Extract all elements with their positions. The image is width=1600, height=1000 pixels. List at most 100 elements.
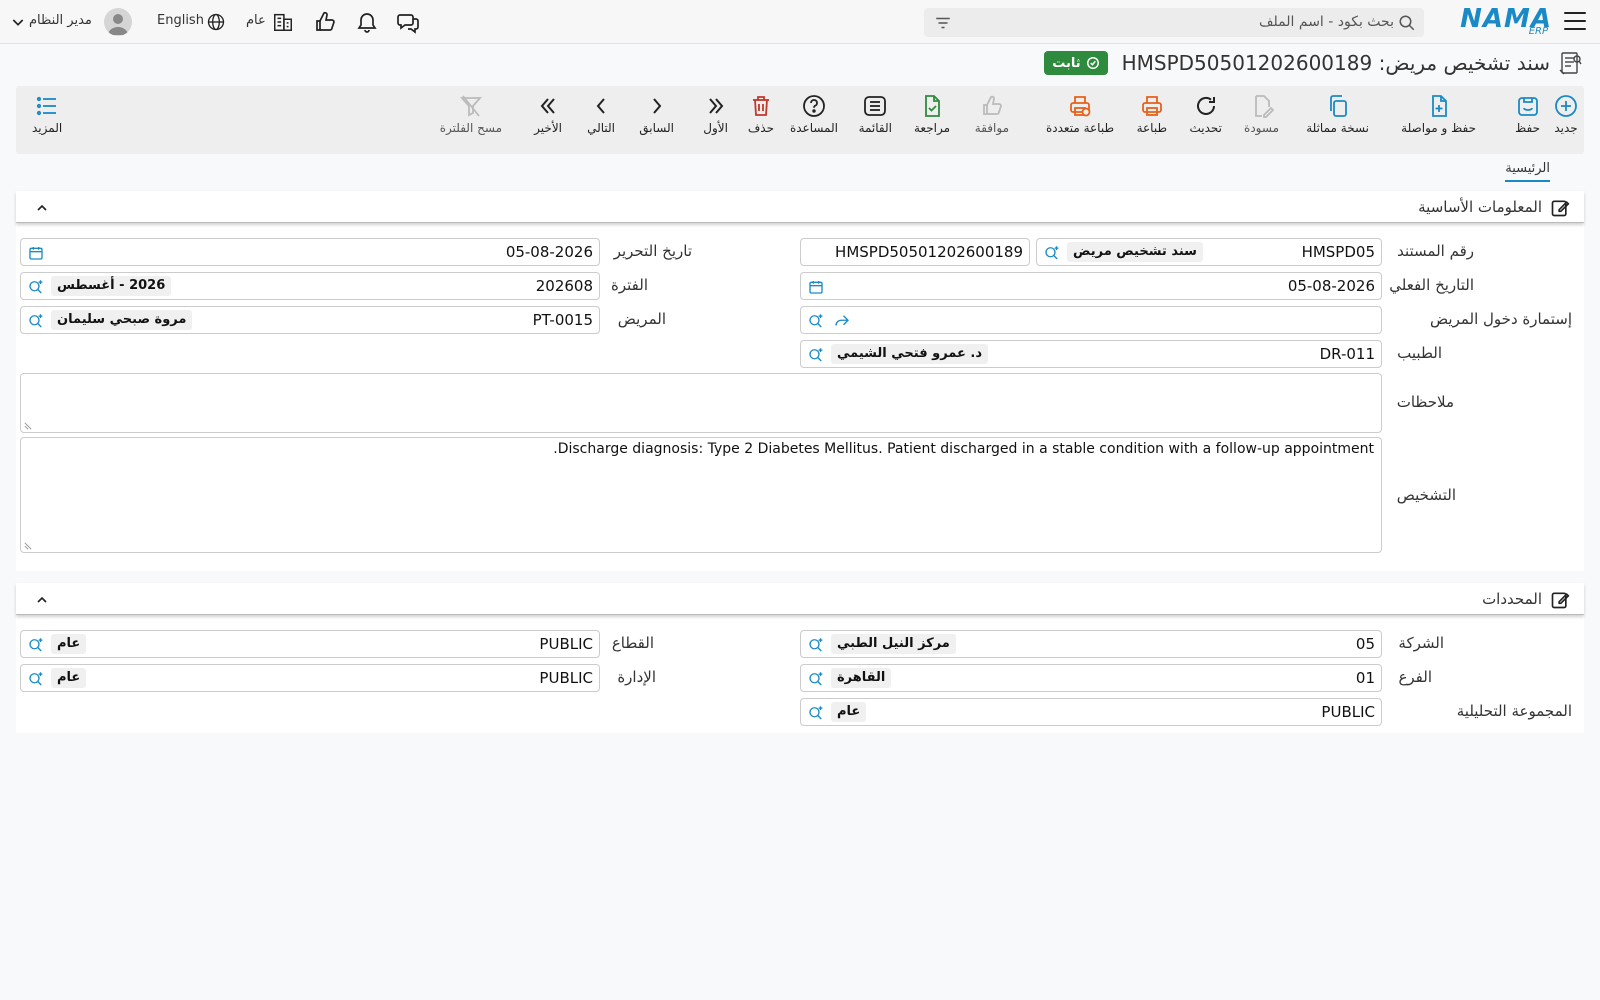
notes-label: ملاحظات — [1396, 393, 1454, 411]
save-continue-button[interactable]: حفظ و مواصلة — [1401, 94, 1476, 150]
chevron-up-icon[interactable] — [34, 200, 50, 216]
sector-field[interactable]: PUBLIC عام — [20, 630, 600, 658]
diagnosis-textarea[interactable]: Discharge diagnosis: Type 2 Diabetes Mel… — [20, 437, 1382, 553]
search-input[interactable] — [974, 11, 1394, 33]
doc-number-full-field[interactable]: HMSPD50501202600189 — [800, 238, 1030, 266]
analytic-group-code: PUBLIC — [1321, 703, 1375, 721]
lookup-icon[interactable] — [807, 346, 825, 364]
more-button[interactable]: المزيد — [32, 94, 62, 150]
multi-print-label: طباعة متعددة — [1045, 121, 1114, 135]
department-field[interactable]: PUBLIC عام — [20, 664, 600, 692]
department-name-chip: عام — [51, 668, 87, 688]
calendar-icon[interactable] — [28, 245, 44, 261]
globe-icon[interactable] — [206, 10, 226, 34]
edit-icon — [1551, 592, 1570, 609]
list-button[interactable]: القائمة — [859, 94, 892, 150]
approve-button[interactable]: موافقة — [975, 94, 1009, 150]
doctor-field[interactable]: DR-011 د. عمرو فتحي الشيمي — [800, 340, 1382, 368]
actual-date-value: 05-08-2026 — [1287, 277, 1375, 295]
resize-handle-icon[interactable] — [24, 422, 32, 430]
lookup-icon[interactable] — [807, 636, 825, 654]
actual-date-field[interactable]: 05-08-2026 — [800, 272, 1382, 300]
file-check-icon — [925, 95, 940, 117]
company-field[interactable]: 05 مركز النيل الطبي — [800, 630, 1382, 658]
company-code: 05 — [1355, 635, 1375, 653]
notes-textarea[interactable] — [20, 373, 1382, 433]
previous-button[interactable]: السابق — [639, 94, 674, 150]
analytic-group-field[interactable]: PUBLIC عام — [800, 698, 1382, 726]
global-search — [924, 8, 1424, 37]
lookup-icon[interactable] — [27, 670, 45, 688]
duplicate-button[interactable]: نسخة مماثلة — [1306, 94, 1369, 150]
first-button[interactable]: الأول — [703, 94, 728, 150]
doc-number-field[interactable]: HMSPD05 سند تشخيص مريض — [1036, 238, 1382, 266]
review-button[interactable]: مراجعة — [914, 94, 950, 150]
doctor-name-chip: د. عمرو فتحي الشيمي — [831, 344, 989, 364]
help-icon — [803, 95, 825, 117]
patient-name-chip: مروة صبحي سليمان — [51, 310, 193, 330]
last-button[interactable]: الأخير — [534, 94, 562, 150]
list-icon — [864, 96, 887, 116]
filter-icon[interactable] — [934, 14, 952, 32]
section-title: المحددات — [1482, 590, 1542, 608]
save-label: حفظ — [1515, 121, 1540, 135]
period-field[interactable]: 202608 2026 - أغسطس — [20, 272, 600, 300]
lookup-icon[interactable] — [27, 312, 45, 330]
tab-main[interactable]: الرئيسية — [1505, 159, 1550, 182]
calendar-icon[interactable] — [808, 279, 824, 295]
draft-button[interactable]: مسودة — [1244, 94, 1279, 150]
next-button[interactable]: التالي — [587, 94, 615, 150]
share-icon[interactable] — [833, 312, 851, 330]
filter-off-icon — [459, 95, 482, 117]
search-icon[interactable] — [1398, 14, 1416, 32]
chevron-down-icon[interactable] — [10, 14, 26, 30]
refresh-button[interactable]: تحديث — [1189, 94, 1222, 150]
branch-field[interactable]: 01 القاهرة — [800, 664, 1382, 692]
list-more-icon — [36, 96, 57, 116]
chat-icon[interactable] — [396, 10, 420, 34]
print-button[interactable]: طباعة — [1137, 94, 1167, 150]
building-icon[interactable] — [272, 10, 294, 34]
save-button[interactable]: حفظ — [1515, 94, 1540, 150]
app-logo[interactable]: NAMA ERP — [1460, 4, 1552, 38]
lookup-icon[interactable] — [807, 670, 825, 688]
doc-type-chip: سند تشخيص مريض — [1067, 242, 1203, 262]
bell-icon[interactable] — [355, 10, 379, 34]
thumbs-up-icon[interactable] — [313, 10, 337, 34]
print-label: طباعة — [1136, 121, 1167, 135]
first-label: الأول — [703, 121, 728, 135]
lookup-icon[interactable] — [807, 704, 825, 722]
chevrons-left-icon — [540, 98, 555, 114]
lookup-icon[interactable] — [1043, 244, 1061, 262]
edit-date-field[interactable]: 05-08-2026 — [20, 238, 600, 266]
multi-printer-icon — [1070, 96, 1091, 117]
page-header: سند تشخيص مريض: HMSPD50501202600189 ثابت — [1044, 48, 1584, 78]
new-label: جديد — [1554, 121, 1578, 135]
page-title: سند تشخيص مريض: HMSPD50501202600189 — [1121, 51, 1550, 75]
company-label[interactable]: عام — [246, 13, 266, 28]
lookup-icon[interactable] — [27, 278, 45, 296]
chevron-up-icon[interactable] — [34, 592, 50, 608]
admission-form-field[interactable] — [800, 306, 1382, 334]
analytic-group-label: المجموعة التحليلية — [1456, 702, 1572, 720]
company-name-chip: مركز النيل الطبي — [831, 634, 956, 654]
multi-print-button[interactable]: طباعة متعددة — [1046, 94, 1114, 150]
language-switch[interactable]: English — [157, 13, 204, 28]
user-name[interactable]: مدير النظام — [29, 13, 92, 28]
help-button[interactable]: المساعدة — [790, 94, 838, 150]
delete-button[interactable]: حذف — [748, 94, 774, 150]
actual-date-label: التاريخ الفعلي — [1389, 276, 1474, 294]
diagnosis-label: التشخيص — [1396, 486, 1456, 504]
avatar[interactable] — [104, 8, 132, 36]
resize-handle-icon[interactable] — [24, 542, 32, 550]
branch-code: 01 — [1355, 669, 1375, 687]
lookup-icon[interactable] — [27, 636, 45, 654]
lookup-icon[interactable] — [807, 312, 825, 330]
clear-filter-button[interactable]: مسح الفلترة — [440, 94, 502, 150]
basic-info-header[interactable]: المعلومات الأساسية — [16, 191, 1584, 223]
dimensions-header[interactable]: المحددات — [16, 583, 1584, 615]
new-button[interactable]: جديد — [1554, 94, 1578, 150]
top-bar: NAMA ERP عام English مدير النظام — [0, 0, 1600, 44]
menu-icon[interactable] — [1564, 12, 1586, 30]
patient-field[interactable]: PT-0015 مروة صبحي سليمان — [20, 306, 600, 334]
